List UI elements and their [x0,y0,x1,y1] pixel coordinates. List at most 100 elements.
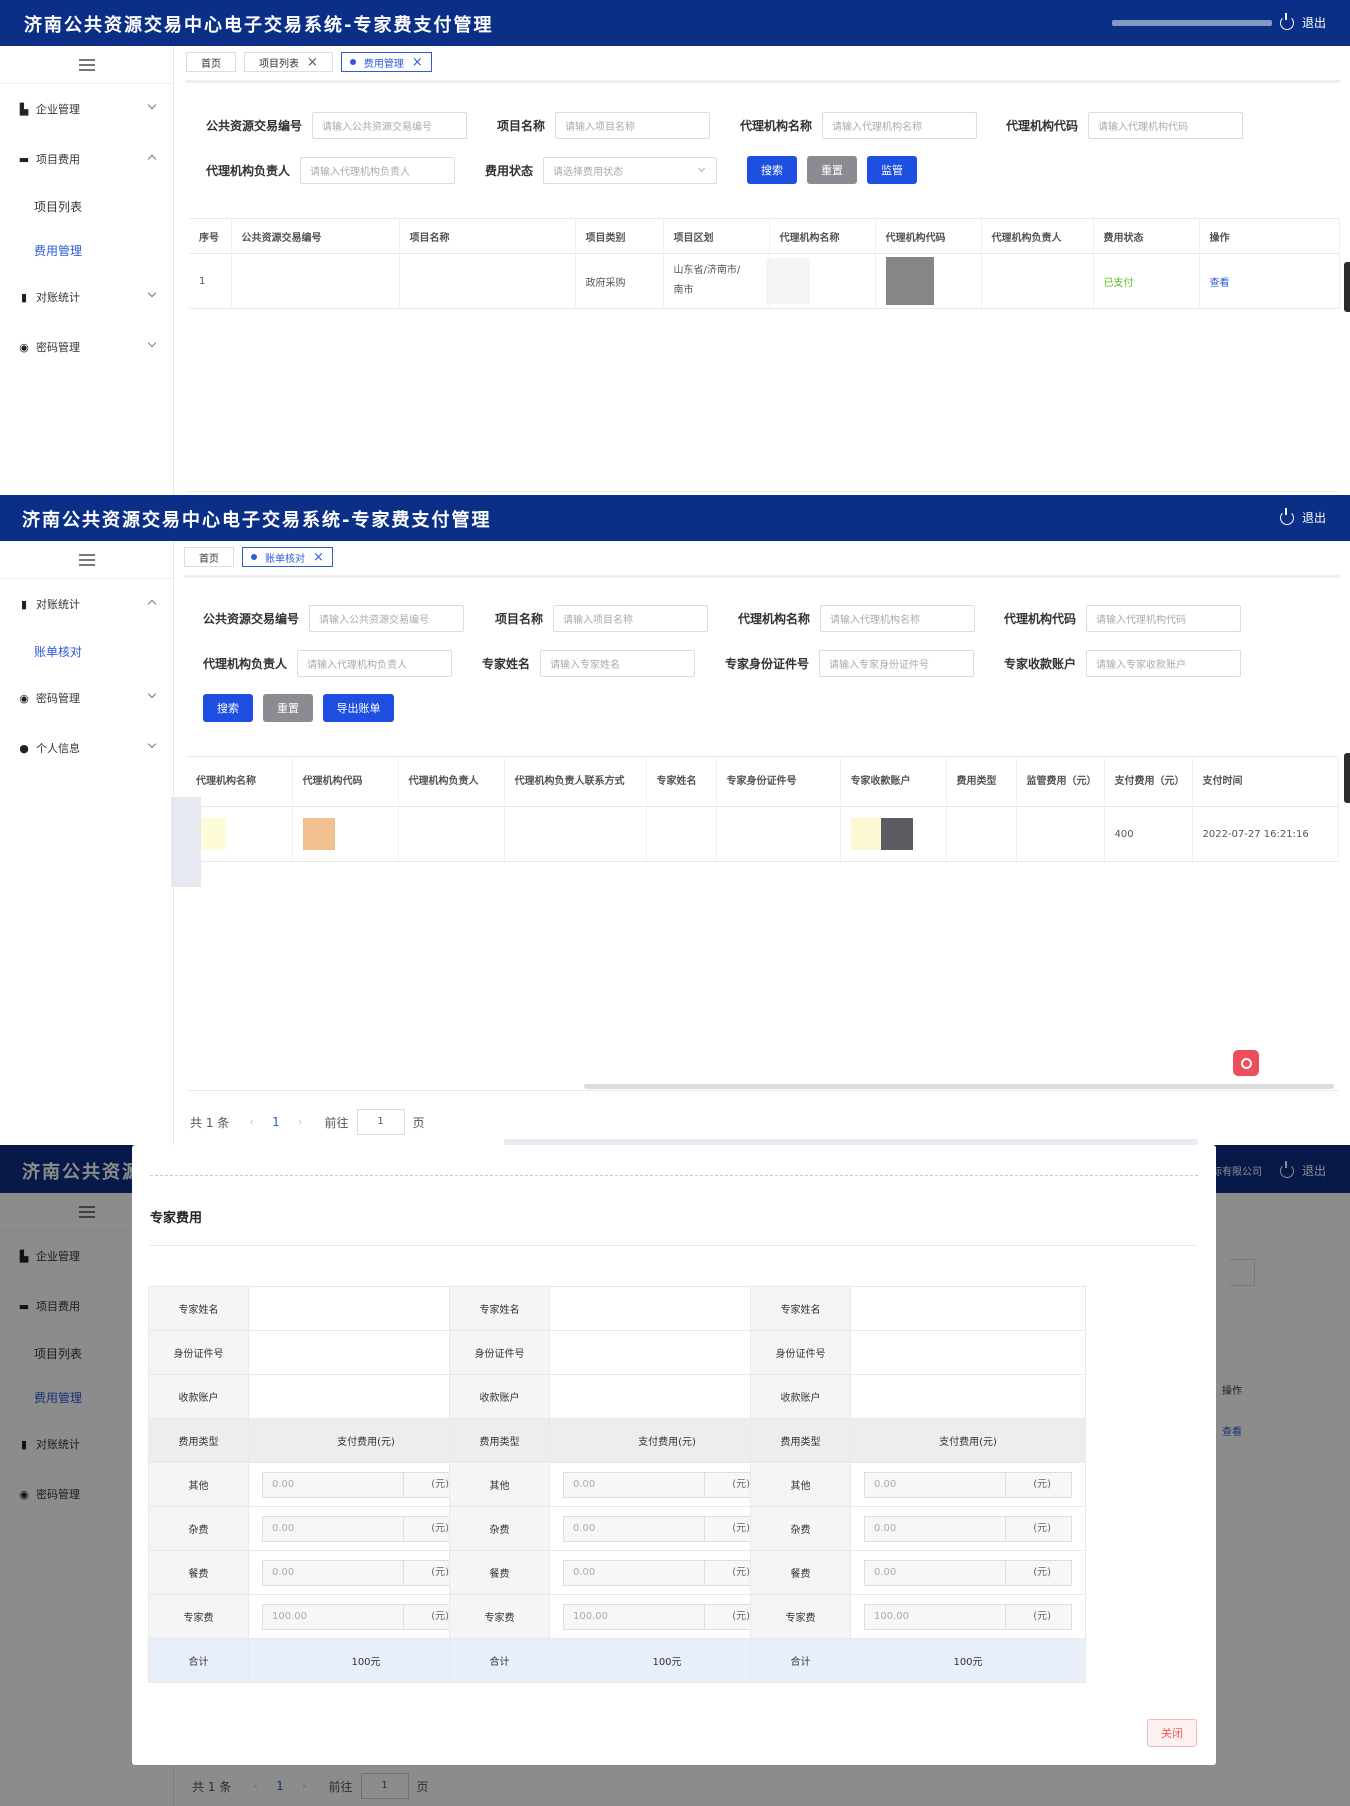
next-page-icon[interactable]: › [298,1115,303,1129]
fee-input[interactable]: 0.00 (元) [262,1515,470,1542]
menu-toggle-icon[interactable] [0,46,173,84]
sidebar-item[interactable]: ● 个人信息 [0,723,173,773]
title-divider [150,1245,1198,1246]
submenu-item[interactable]: 项目列表 [0,184,173,228]
sidebar-item[interactable]: ▬ 项目费用 [0,134,173,184]
agency-name-field: 代理机构名称 请输入代理机构名称 [740,112,978,139]
bill-table: 代理机构名称 代理机构代码 代理机构负责人 代理机构负责人联系方式 专家姓名 专家身份证件… [186,756,1339,862]
header-right: 退出 [1111,12,1326,31]
fee-status-select[interactable]: 请选择费用状态 [543,157,718,184]
fee-row: 杂费 0.00 (元) [449,1506,785,1551]
fee-input[interactable]: 0.00 (元) [262,1471,470,1498]
panel-fee-management: 济南公共资源交易中心电子交易系统-专家费支付管理 退出 ▙ 企业管理 ▬ 项目费… [0,0,1350,495]
top-header: 济南公共资源交易中心电子交易系统-专家费支付管理 退出 [0,0,1350,46]
fee-row: 杂费 0.00 (元) [148,1506,484,1551]
fee-input[interactable]: 100.00 (元) [262,1603,470,1630]
active-dot-icon [349,59,356,65]
fee-input[interactable]: 0.00 (元) [563,1559,771,1586]
search-button[interactable]: 搜索 [203,694,253,722]
close-icon[interactable]: × [307,56,318,69]
column-header: 代理机构负责人联系方式 [504,756,647,807]
fee-input[interactable]: 100.00 (元) [864,1603,1072,1630]
power-icon[interactable] [1279,507,1294,525]
search-button[interactable]: 搜索 [747,156,797,184]
sidebar-item-label: 密码管理 [36,692,80,705]
user-icon: ● [19,741,29,755]
column-header: 监管费用（元） [1016,756,1105,807]
redacted-block [885,257,934,305]
fee-input[interactable]: 0.00 (元) [864,1559,1072,1586]
tab-home[interactable]: 首页 [186,52,236,72]
fee-input[interactable]: 100.00 (元) [563,1603,771,1630]
column-header: 支付时间 [1192,756,1339,807]
submenu-item[interactable]: 账单核对 [0,629,173,673]
reset-button[interactable]: 重置 [263,694,313,722]
side-drawer-handle[interactable] [1344,753,1350,803]
close-icon[interactable]: × [412,56,423,69]
fee-input[interactable]: 0.00 (元) [262,1559,470,1586]
fee-input[interactable]: 0.00 (元) [563,1471,771,1498]
menu-toggle-icon[interactable] [0,541,173,579]
submenu-item[interactable]: 费用管理 [0,228,173,272]
agency-code-input[interactable]: 请输入代理机构代码 [1086,605,1242,632]
redacted-block [850,818,936,850]
page-number[interactable]: 1 [272,1115,280,1129]
agency-name-input[interactable]: 请输入代理机构名称 [822,112,978,139]
column-header: 序号 [189,218,232,254]
agency-code-input[interactable]: 请输入代理机构代码 [1088,112,1244,139]
column-header: 代理机构代码 [292,756,399,807]
sidebar: ▮ 对账统计 账单核对 ◉ 密码管理 ● 个人信息 [0,541,174,1145]
project-name-input[interactable]: 请输入项目名称 [555,112,711,139]
logout-button[interactable]: 退出 [1302,14,1326,31]
bar-chart-icon: ▮ [20,597,28,611]
agency-name-field: 代理机构名称 请输入代理机构名称 [738,605,976,632]
fee-input[interactable]: 0.00 (元) [864,1515,1072,1542]
fee-input[interactable]: 0.00 (元) [563,1515,771,1542]
logout-button[interactable]: 退出 [1302,509,1326,526]
project-name-input[interactable]: 请输入项目名称 [553,605,709,632]
redacted-block [765,258,810,304]
chevron-icon [147,338,157,348]
tab-home[interactable]: 首页 [184,547,234,567]
expert-card: 专家姓名 身份证件号 收款账户 费用类型 支付费用(元) 其他 0.00 (元) … [148,1286,484,1683]
agency-person-input[interactable]: 请输入代理机构负责人 [297,650,453,677]
supervise-button[interactable]: 监管 [867,156,917,184]
tab-fee-management[interactable]: 费用管理 × [340,52,432,72]
expert-account-input[interactable]: 请输入专家收款账户 [1086,650,1242,677]
trade-no-input[interactable]: 请输入公共资源交易编号 [312,112,468,139]
fee-row: 餐费 0.00 (元) [750,1550,1086,1595]
column-header: 项目名称 [399,218,576,254]
sidebar-item[interactable]: ◉ 密码管理 [0,322,173,372]
sidebar-item[interactable]: ▙ 企业管理 [0,84,173,134]
column-header: 支付费用（元） [1104,756,1193,807]
expert-card: 专家姓名 身份证件号 收款账户 费用类型 支付费用(元) 其他 0.00 (元) … [750,1286,1086,1683]
export-bill-button[interactable]: 导出账单 [323,694,394,722]
close-button[interactable]: 关闭 [1147,1719,1197,1747]
sidebar-item-label: 项目费用 [36,153,80,166]
expert-name-input[interactable]: 请输入专家姓名 [540,650,696,677]
sidebar-item[interactable]: ▮ 对账统计 [0,272,173,322]
reset-button[interactable]: 重置 [807,156,857,184]
power-icon[interactable] [1279,12,1294,30]
side-drawer-handle[interactable] [1344,262,1350,312]
trade-no-input[interactable]: 请输入公共资源交易编号 [309,605,465,632]
tab-project-list[interactable]: 项目列表 × [244,52,333,72]
view-link[interactable]: 查看 [1210,278,1230,289]
prev-page-icon[interactable]: ‹ [249,1115,254,1129]
search-float-button[interactable] [1233,1050,1259,1076]
expert-name-field: 专家姓名 请输入专家姓名 [482,650,696,677]
sidebar-item[interactable]: ◉ 密码管理 [0,673,173,723]
tab-bill-check[interactable]: 账单核对 × [242,547,333,567]
fee-input[interactable]: 0.00 (元) [864,1471,1072,1498]
close-icon[interactable]: × [313,551,324,564]
agency-code-field: 代理机构代码 请输入代理机构代码 [1006,112,1244,139]
agency-person-input[interactable]: 请输入代理机构负责人 [300,157,456,184]
goto-page-input[interactable]: 1 [356,1109,405,1135]
sidebar-item[interactable]: ▮ 对账统计 [0,579,173,629]
tab-bar: 首页 项目列表 × 费用管理 × [186,52,432,74]
column-header: 项目区划 [663,218,770,254]
fee-row: 餐费 0.00 (元) [148,1550,484,1595]
horizontal-scrollbar[interactable] [584,1084,1334,1089]
expert-id-input[interactable]: 请输入专家身份证件号 [819,650,975,677]
agency-name-input[interactable]: 请输入代理机构名称 [820,605,976,632]
